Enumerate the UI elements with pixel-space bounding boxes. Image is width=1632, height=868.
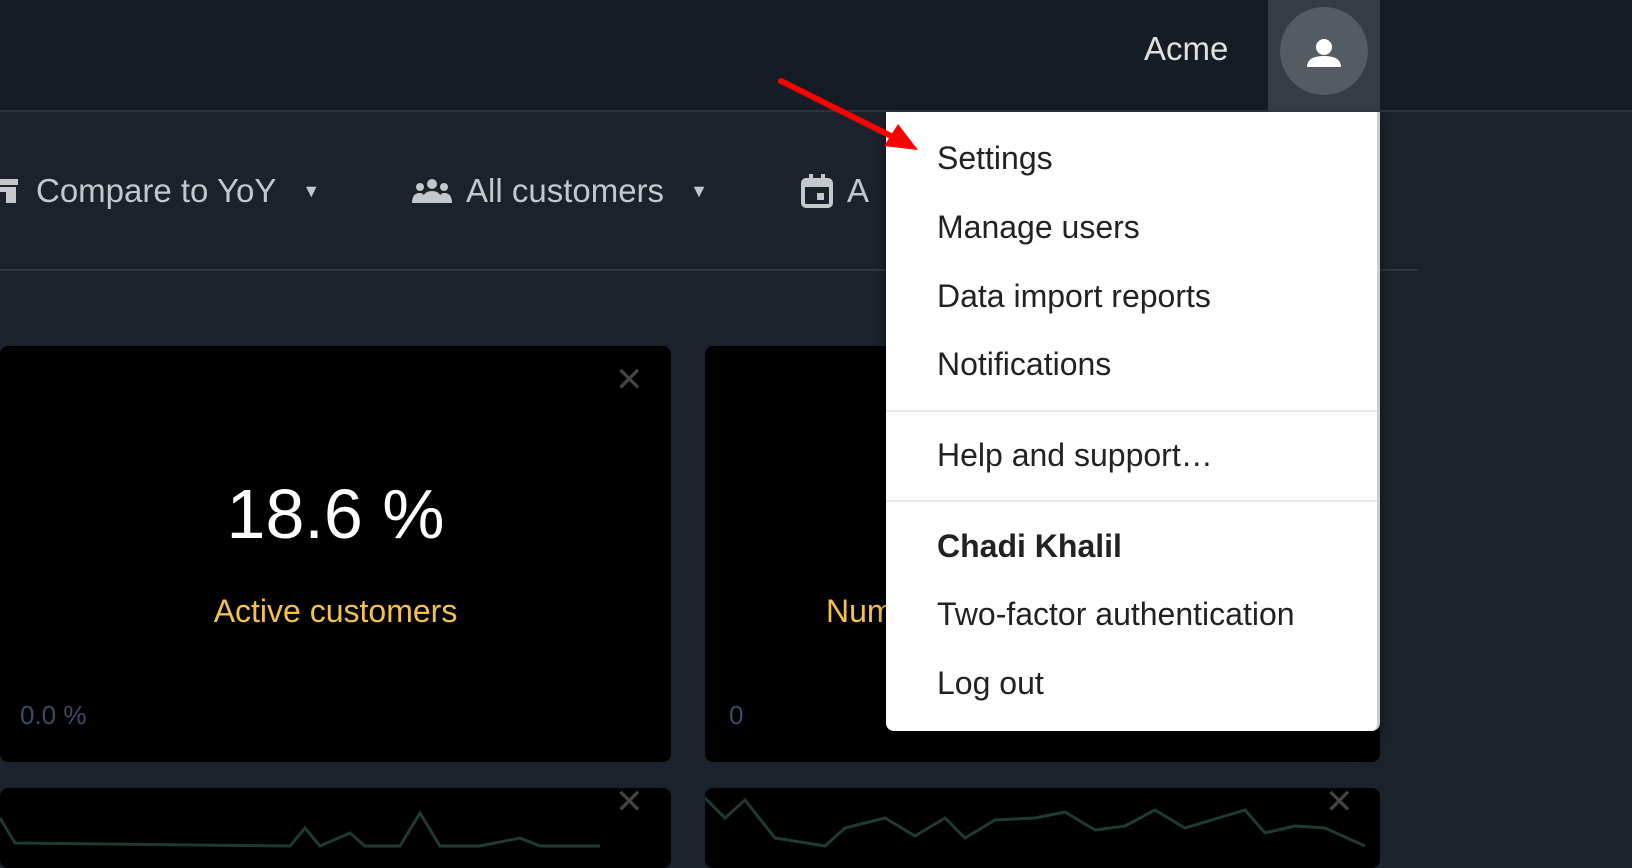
- annotation-arrow: [778, 78, 918, 150]
